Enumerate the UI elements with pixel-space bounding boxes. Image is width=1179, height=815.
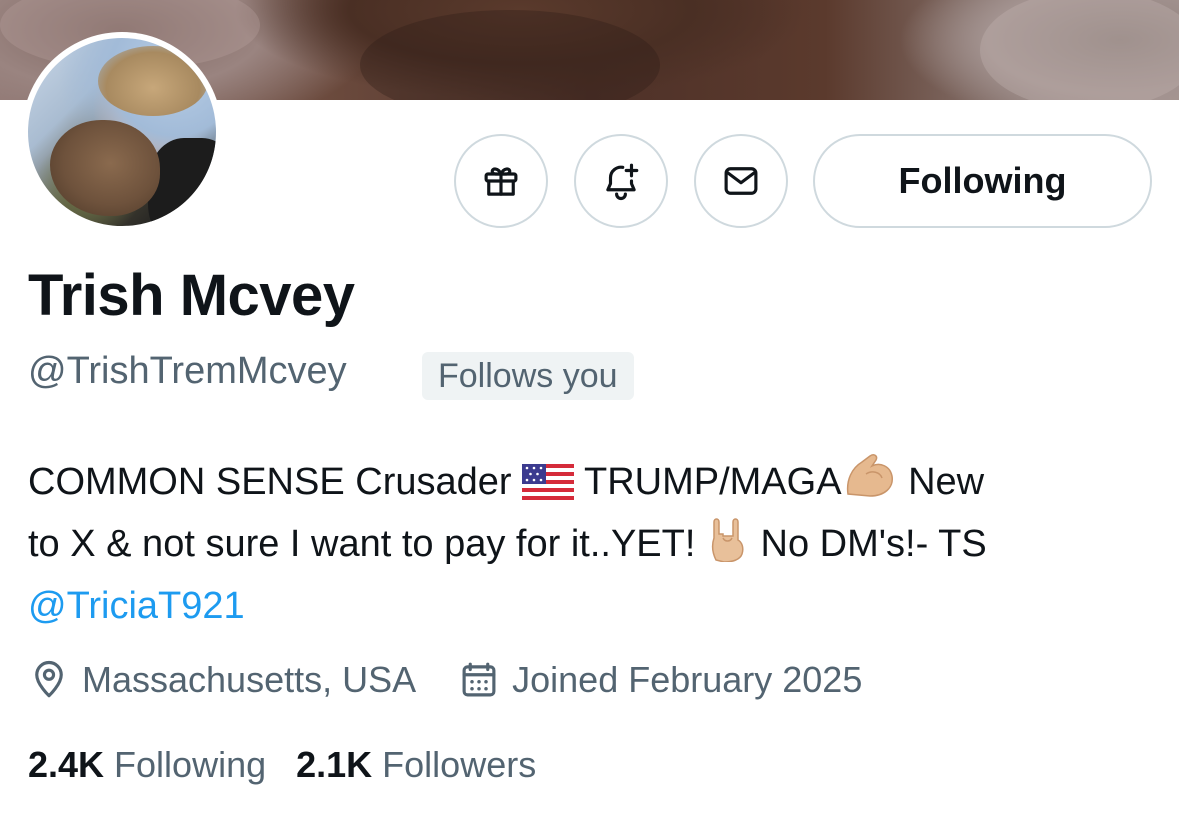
bell-plus-icon bbox=[606, 163, 639, 201]
followers-count: 2.1K bbox=[296, 744, 373, 785]
location: Massachusetts, USA bbox=[28, 659, 416, 701]
bio-line-1: COMMON SENSE Crusader TRUMP/MAGA New bbox=[28, 450, 1158, 513]
follows-you-badge: Follows you bbox=[422, 352, 634, 400]
bio-text: No DM's!- TS bbox=[760, 523, 987, 565]
profile-handle: @TrishTremMcvey bbox=[28, 350, 347, 392]
profile-meta: Massachusetts, USA Joined February 2025 bbox=[28, 656, 862, 704]
bio-text: New bbox=[908, 461, 985, 503]
following-count: 2.4K bbox=[28, 744, 105, 785]
following-button[interactable]: Following bbox=[813, 134, 1152, 228]
message-button[interactable] bbox=[694, 134, 788, 228]
avatar-image bbox=[28, 38, 216, 226]
profile-bio: COMMON SENSE Crusader TRUMP/MAGA New to bbox=[28, 450, 1158, 637]
profile-stats: 2.4K Following 2.1K Followers bbox=[28, 740, 536, 790]
bio-text: COMMON SENSE Crusader bbox=[28, 461, 512, 503]
calendar-icon bbox=[462, 662, 496, 697]
join-date: Joined February 2025 bbox=[458, 659, 862, 701]
followers-label: Followers bbox=[382, 744, 537, 785]
bio-line-2: to X & not sure I want to pay for it..YE… bbox=[28, 513, 1158, 575]
bio-line-3: @TriciaT921 bbox=[28, 575, 1158, 637]
gift-button[interactable] bbox=[454, 134, 548, 228]
gift-icon bbox=[484, 167, 518, 196]
notifications-button[interactable] bbox=[574, 134, 668, 228]
bio-text: to X & not sure I want to pay for it..YE… bbox=[28, 523, 696, 565]
location-pin-icon bbox=[35, 660, 63, 698]
envelope-icon bbox=[724, 167, 758, 195]
join-date-text: Joined February 2025 bbox=[512, 659, 863, 700]
profile-name: Trish Mcvey bbox=[28, 263, 355, 328]
us-flag-icon bbox=[522, 464, 575, 500]
following-label: Following bbox=[114, 744, 267, 785]
following-count-link[interactable]: 2.4K Following bbox=[28, 744, 266, 786]
profile-avatar[interactable] bbox=[22, 32, 222, 232]
bio-mention-link[interactable]: @TriciaT921 bbox=[28, 585, 245, 627]
bio-text: TRUMP/MAGA bbox=[583, 461, 842, 503]
location-text: Massachusetts, USA bbox=[82, 659, 417, 700]
flexed-biceps-icon bbox=[846, 454, 893, 497]
sign-of-horns-icon bbox=[711, 518, 744, 562]
followers-count-link[interactable]: 2.1K Followers bbox=[296, 744, 536, 786]
